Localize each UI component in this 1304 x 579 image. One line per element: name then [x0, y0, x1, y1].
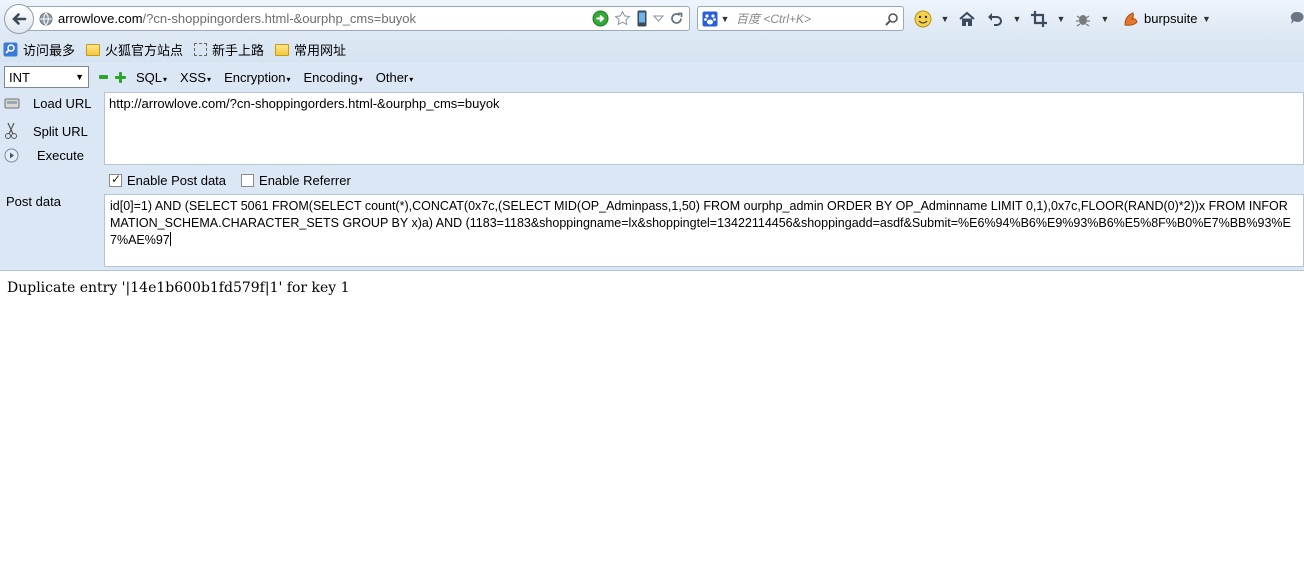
- execute-button[interactable]: Execute: [4, 148, 84, 163]
- go-arrow-icon[interactable]: [592, 10, 609, 27]
- load-url-button[interactable]: Load URL: [4, 96, 92, 111]
- menu-encoding[interactable]: Encoding: [304, 70, 363, 85]
- smiley-icon: [914, 10, 932, 27]
- burpsuite-proxy-button[interactable]: burpsuite ▼: [1122, 10, 1211, 28]
- load-url-icon: [4, 98, 20, 109]
- bookmark-label: 访问最多: [23, 43, 76, 58]
- search-bar[interactable]: ▼ 百度 <Ctrl+K>: [697, 6, 904, 31]
- load-url-label: Load URL: [33, 95, 92, 111]
- post-data-text: id[0]=1) AND (SELECT 5061 FROM(SELECT co…: [110, 199, 1291, 247]
- firebug-button[interactable]: [1072, 8, 1094, 30]
- profile-label: burpsuite: [1144, 11, 1198, 26]
- enable-referrer-label: Enable Referrer: [259, 173, 351, 188]
- navigation-bar: arrowlove.com/?cn-shoppingorders.html-&o…: [0, 0, 1304, 37]
- search-input[interactable]: 百度 <Ctrl+K>: [736, 10, 885, 27]
- star-bookmark-icon[interactable]: [614, 10, 631, 27]
- bookmark-firefox-site[interactable]: 火狐官方站点: [86, 40, 183, 59]
- bookmark-common-sites[interactable]: 常用网址: [275, 40, 346, 59]
- type-select[interactable]: INT ▼: [4, 66, 89, 88]
- hackbar-toolbar: INT ▼ SQL XSS Encryption Encoding Other: [0, 62, 1304, 92]
- bookmark-label: 常用网址: [294, 43, 347, 58]
- bookmarks-toolbar: 访问最多 火狐官方站点 新手上路 常用网址: [0, 37, 1304, 62]
- chevron-down-icon: ▼: [75, 72, 84, 82]
- menu-sql[interactable]: SQL: [136, 70, 167, 85]
- execute-label: Execute: [37, 148, 84, 163]
- folder-icon: [275, 43, 290, 56]
- chevron-down-icon[interactable]: ▼: [940, 14, 950, 24]
- fox-proxy-icon: [1124, 11, 1138, 26]
- chevron-down-icon[interactable]: ▼: [1056, 14, 1066, 24]
- folder-icon: [86, 43, 101, 56]
- divider: [0, 270, 1304, 271]
- bug-icon: [1076, 14, 1090, 27]
- play-icon: [4, 148, 19, 163]
- chevron-down-icon: ▼: [1202, 13, 1211, 24]
- menu-xss[interactable]: XSS: [180, 70, 211, 85]
- enable-referrer-checkbox[interactable]: Enable Referrer: [241, 173, 351, 188]
- split-url-label: Split URL: [33, 123, 88, 139]
- bookmark-label: 新手上路: [212, 43, 265, 58]
- mobile-device-icon[interactable]: [636, 10, 648, 27]
- page-result-text: Duplicate entry '|14e1b600b1fd579f|1' fo…: [7, 280, 350, 296]
- post-data-textarea[interactable]: id[0]=1) AND (SELECT 5061 FROM(SELECT co…: [104, 194, 1304, 267]
- undo-icon: [988, 12, 1002, 26]
- increment-icon[interactable]: [115, 71, 126, 83]
- home-icon: [959, 11, 975, 26]
- post-data-label: Post data: [6, 194, 61, 209]
- menu-other[interactable]: Other: [376, 70, 414, 85]
- search-icon[interactable]: [885, 12, 899, 26]
- bookmark-getting-started[interactable]: 新手上路: [194, 40, 264, 59]
- crop-icon: [1031, 10, 1047, 27]
- home-button[interactable]: [956, 8, 978, 30]
- url-host: arrowlove.com: [58, 11, 143, 26]
- hackbar-menu: SQL XSS Encryption Encoding Other: [136, 70, 413, 85]
- dashed-box-icon: [194, 43, 208, 56]
- chevron-down-icon[interactable]: ▼: [1012, 14, 1022, 24]
- url-textarea[interactable]: http://arrowlove.com/?cn-shoppingorders.…: [104, 92, 1304, 165]
- chevron-down-icon[interactable]: ▼: [1100, 14, 1110, 24]
- bookmark-label: 火狐官方站点: [105, 43, 184, 58]
- decrement-icon[interactable]: [99, 75, 108, 79]
- menu-encryption[interactable]: Encryption: [224, 70, 290, 85]
- search-engine-selector[interactable]: ▼: [702, 11, 730, 27]
- history-dropdown-icon[interactable]: [653, 10, 664, 27]
- hackbar-panel: Load URL Split URL Execute http://arrowl…: [0, 92, 1304, 270]
- chevron-down-icon: ▼: [720, 13, 730, 24]
- emoji-addon-button[interactable]: [912, 8, 934, 30]
- split-url-button[interactable]: Split URL: [4, 122, 88, 140]
- checkbox-checked-icon: [109, 172, 122, 187]
- back-arrow-icon: [12, 13, 27, 25]
- baidu-paw-icon: [702, 11, 718, 26]
- scissors-icon: [5, 122, 17, 139]
- text-caret: [169, 232, 171, 246]
- checkbox-unchecked-icon: [241, 174, 255, 187]
- bookmark-most-visited[interactable]: 访问最多: [3, 40, 75, 59]
- crop-button[interactable]: [1028, 8, 1050, 30]
- reload-icon[interactable]: [669, 10, 684, 27]
- back-button[interactable]: [4, 4, 34, 34]
- chat-bubble-icon[interactable]: [1290, 10, 1304, 26]
- undo-button[interactable]: [984, 8, 1006, 30]
- enable-post-label: Enable Post data: [127, 173, 227, 188]
- url-text[interactable]: arrowlove.com/?cn-shoppingorders.html-&o…: [58, 11, 592, 26]
- enable-post-checkbox[interactable]: Enable Post data: [109, 172, 227, 188]
- globe-icon: [39, 12, 53, 25]
- url-path: /?cn-shoppingorders.html-&ourphp_cms=buy…: [142, 11, 417, 26]
- url-bar[interactable]: arrowlove.com/?cn-shoppingorders.html-&o…: [26, 6, 690, 31]
- type-select-value: INT: [9, 69, 30, 85]
- magnifier-icon: [3, 42, 18, 57]
